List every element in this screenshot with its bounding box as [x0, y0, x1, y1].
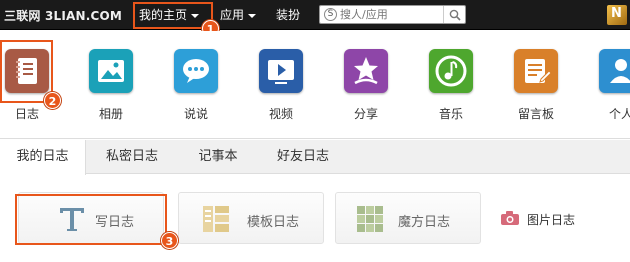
app-music[interactable]: 音乐	[421, 49, 481, 122]
app-personal-label: 个人	[608, 107, 630, 121]
search-brand-icon: S	[324, 8, 337, 21]
top-navigation-bar: 三联网 3LIAN.COM 我的主页 应用 装扮 S	[0, 0, 630, 30]
decorate-link[interactable]: 装扮	[276, 0, 300, 30]
search-button[interactable]	[443, 6, 465, 23]
app-album[interactable]: 相册	[81, 49, 141, 122]
app-video[interactable]: 视频	[251, 49, 311, 122]
app-diary[interactable]: 日志	[0, 49, 57, 122]
tab-friends-diary[interactable]: 好友日志	[263, 140, 343, 174]
grid-cube-icon	[357, 206, 383, 232]
video-icon	[259, 49, 303, 93]
share-star-icon	[344, 49, 388, 93]
search-box: S	[319, 5, 466, 24]
person-icon	[599, 49, 630, 93]
speech-bubble-icon	[174, 49, 218, 93]
search-icon	[449, 9, 461, 21]
chevron-down-icon	[248, 13, 257, 18]
app-share[interactable]: 分享	[336, 49, 396, 122]
site-logo: 三联网 3LIAN.COM	[4, 9, 123, 23]
app-bar: 日志 相册 说说 视频 分享 音乐 留言板 个人	[0, 31, 630, 139]
app-music-label: 音乐	[438, 107, 463, 121]
magic-diary-label: 魔方日志	[398, 215, 451, 230]
app-message-board[interactable]: 留言板	[506, 49, 566, 122]
template-diary-label: 模板日志	[247, 215, 300, 230]
app-mood-label: 说说	[183, 107, 208, 121]
decorate-label: 装扮	[276, 8, 301, 22]
music-note-icon	[429, 49, 473, 93]
my-homepage-label: 我的主页	[139, 8, 188, 22]
template-diary-button[interactable]: 模板日志	[178, 192, 324, 244]
app-message-board-label: 留言板	[517, 107, 554, 121]
photo-album-icon	[89, 49, 133, 93]
template-icon	[203, 206, 229, 232]
diary-tabs: 我的日志 私密日志 记事本 好友日志	[0, 140, 630, 175]
chevron-down-icon	[191, 13, 200, 18]
tab-private-diary[interactable]: 私密日志	[92, 140, 172, 174]
step-badge-3: 3	[161, 232, 178, 249]
tab-notepad[interactable]: 记事本	[182, 140, 254, 174]
write-diary-highlight-box	[15, 194, 167, 245]
app-personal[interactable]: 个人	[591, 49, 630, 122]
apps-menu[interactable]: 应用	[220, 0, 257, 30]
message-board-icon	[514, 49, 558, 93]
tab-my-diary[interactable]: 我的日志	[0, 140, 86, 175]
my-homepage-menu[interactable]: 我的主页	[133, 2, 213, 29]
step-badge-2: 2	[44, 92, 61, 109]
app-share-label: 分享	[353, 107, 378, 121]
diary-icon	[5, 49, 49, 93]
search-input[interactable]	[340, 7, 440, 22]
user-avatar[interactable]	[607, 5, 627, 25]
picture-diary-link[interactable]: 图片日志	[527, 211, 575, 228]
apps-label: 应用	[220, 8, 245, 22]
app-mood[interactable]: 说说	[166, 49, 226, 122]
app-video-label: 视频	[268, 107, 293, 121]
camera-icon[interactable]	[500, 210, 520, 226]
app-album-label: 相册	[98, 107, 123, 121]
magic-diary-button[interactable]: 魔方日志	[335, 192, 481, 244]
